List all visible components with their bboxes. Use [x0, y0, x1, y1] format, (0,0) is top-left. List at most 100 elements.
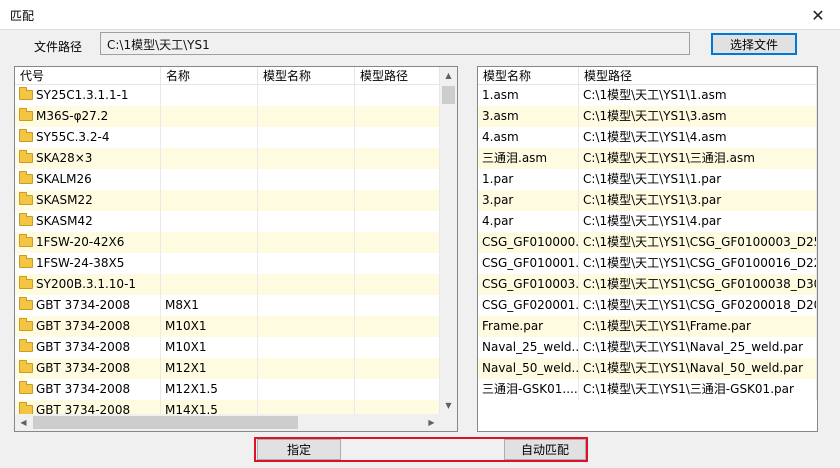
table-row[interactable]: SY200B.3.1.10-1	[15, 274, 440, 295]
right-cell: 1.par	[478, 169, 579, 190]
right-cell-text: C:\1模型\天工\YS1\Frame.par	[583, 319, 751, 333]
right-cell-text: CSG_GF010000...	[482, 235, 579, 249]
right-cell: C:\1模型\天工\YS1\三通泪.asm	[579, 148, 817, 169]
table-row[interactable]: GBT 3734-2008 M8X1	[15, 295, 440, 316]
left-cell-text: SY25C1.3.1.1-1	[36, 88, 129, 102]
right-cell-text: CSG_GF020001...	[482, 298, 579, 312]
table-row[interactable]: GBT 3734-2008 M10X1	[15, 316, 440, 337]
scroll-up-icon[interactable]: ▲	[440, 67, 457, 84]
browse-file-button[interactable]: 选择文件	[711, 33, 797, 55]
folder-icon	[19, 234, 33, 247]
left-cell-text: M12X1	[165, 361, 207, 375]
left-cell: M36S-φ27.2	[15, 106, 161, 127]
left-cell-text: SKALM26	[36, 172, 92, 186]
right-cell-text: C:\1模型\天工\YS1\1.asm	[583, 88, 727, 102]
right-cell: CSG_GF010001...	[478, 253, 579, 274]
left-cell: M12X1.5	[161, 379, 258, 400]
right-cell: 1.asm	[478, 85, 579, 106]
table-row[interactable]: SKASM42	[15, 211, 440, 232]
right-cell: 3.par	[478, 190, 579, 211]
table-row[interactable]: 4.asm C:\1模型\天工\YS1\4.asm	[478, 127, 817, 148]
scroll-down-icon[interactable]: ▼	[440, 397, 457, 414]
table-row[interactable]: 3.par C:\1模型\天工\YS1\3.par	[478, 190, 817, 211]
table-row[interactable]: 4.par C:\1模型\天工\YS1\4.par	[478, 211, 817, 232]
table-row[interactable]: 1FSW-24-38X5	[15, 253, 440, 274]
left-cell	[258, 358, 355, 379]
right-cell-text: C:\1模型\天工\YS1\3.asm	[583, 109, 727, 123]
right-cell: Frame.par	[478, 316, 579, 337]
table-row[interactable]: Naval_25_weld.... C:\1模型\天工\YS1\Naval_25_…	[478, 337, 817, 358]
file-path-label: 文件路径	[34, 40, 83, 54]
right-cell-text: C:\1模型\天工\YS1\CSG_GF0100038_D30.p	[583, 277, 817, 291]
left-cell-text: M10X1	[165, 319, 207, 333]
table-row[interactable]: 1.asm C:\1模型\天工\YS1\1.asm	[478, 85, 817, 106]
left-vscroll-thumb[interactable]	[442, 86, 455, 104]
left-cell	[258, 211, 355, 232]
folder-icon	[19, 213, 33, 226]
right-col-header-1[interactable]: 模型路径	[579, 67, 817, 85]
left-col-header-0[interactable]: 代号	[15, 67, 161, 85]
left-col-header-3[interactable]: 模型路径	[355, 67, 440, 85]
table-row[interactable]: Frame.par C:\1模型\天工\YS1\Frame.par	[478, 316, 817, 337]
table-row[interactable]: GBT 3734-2008 M10X1	[15, 337, 440, 358]
table-row[interactable]: CSG_GF010001... C:\1模型\天工\YS1\CSG_GF01000…	[478, 253, 817, 274]
left-cell	[258, 127, 355, 148]
left-cell: SY25C1.3.1.1-1	[15, 85, 161, 106]
left-cell	[258, 295, 355, 316]
table-row[interactable]: SKASM22	[15, 190, 440, 211]
table-row[interactable]: M36S-φ27.2	[15, 106, 440, 127]
left-horizontal-scrollbar[interactable]: ◀ ▶	[15, 414, 457, 431]
right-cell: C:\1模型\天工\YS1\4.par	[579, 211, 817, 232]
left-col-header-1[interactable]: 名称	[161, 67, 258, 85]
table-row[interactable]: 1.par C:\1模型\天工\YS1\1.par	[478, 169, 817, 190]
right-cell-text: C:\1模型\天工\YS1\4.par	[583, 214, 722, 228]
table-row[interactable]: GBT 3734-2008 M12X1	[15, 358, 440, 379]
left-cell: 1FSW-24-38X5	[15, 253, 161, 274]
left-cell: GBT 3734-2008	[15, 358, 161, 379]
left-table[interactable]: 代号 名称 模型名称 模型路径 SY25C1.3.1.1-1 M36S-φ27.2 SY5…	[14, 66, 458, 432]
left-cell	[355, 337, 440, 358]
left-cell	[161, 85, 258, 106]
table-row[interactable]: 三通泪-GSK01.... C:\1模型\天工\YS1\三通泪-GSK01.par	[478, 379, 817, 400]
right-cell: C:\1模型\天工\YS1\3.asm	[579, 106, 817, 127]
right-cell-text: C:\1模型\天工\YS1\4.asm	[583, 130, 727, 144]
table-row[interactable]: CSG_GF010003... C:\1模型\天工\YS1\CSG_GF01000…	[478, 274, 817, 295]
scroll-right-icon[interactable]: ▶	[423, 414, 440, 431]
close-icon[interactable]: ✕	[796, 0, 840, 30]
table-row[interactable]: 三通泪.asm C:\1模型\天工\YS1\三通泪.asm	[478, 148, 817, 169]
left-cell	[161, 253, 258, 274]
table-row[interactable]: CSG_GF020001... C:\1模型\天工\YS1\CSG_GF02000…	[478, 295, 817, 316]
table-row[interactable]: 3.asm C:\1模型\天工\YS1\3.asm	[478, 106, 817, 127]
table-row[interactable]: SY25C1.3.1.1-1	[15, 85, 440, 106]
right-cell-text: C:\1模型\天工\YS1\CSG_GF0100016_D22.p	[583, 256, 817, 270]
left-cell: M12X1	[161, 358, 258, 379]
right-cell: C:\1模型\天工\YS1\三通泪-GSK01.par	[579, 379, 817, 400]
scroll-left-icon[interactable]: ◀	[15, 414, 32, 431]
left-cell-text: SY55C.3.2-4	[36, 130, 110, 144]
table-row[interactable]: 1FSW-20-42X6	[15, 232, 440, 253]
folder-icon	[19, 360, 33, 373]
left-vertical-scrollbar[interactable]: ▲ ▼	[440, 67, 457, 414]
right-cell: CSG_GF020001...	[478, 295, 579, 316]
right-cell-text: 4.par	[482, 214, 514, 228]
left-cell	[258, 148, 355, 169]
left-cell-text: SKASM42	[36, 214, 93, 228]
folder-icon	[19, 276, 33, 289]
left-cell-text: SKA28×3	[36, 151, 93, 165]
right-cell-text: 4.asm	[482, 130, 519, 144]
table-row[interactable]: Naval_50_weld.... C:\1模型\天工\YS1\Naval_50_…	[478, 358, 817, 379]
folder-icon	[19, 87, 33, 100]
table-row[interactable]: CSG_GF010000... C:\1模型\天工\YS1\CSG_GF01000…	[478, 232, 817, 253]
left-table-header: 代号 名称 模型名称 模型路径	[15, 67, 440, 85]
right-cell: CSG_GF010003...	[478, 274, 579, 295]
table-row[interactable]: SKA28×3	[15, 148, 440, 169]
file-path-field[interactable]: C:\1模型\天工\YS1	[100, 32, 690, 55]
left-hscroll-thumb[interactable]	[33, 416, 298, 429]
right-cell-text: 3.asm	[482, 109, 519, 123]
table-row[interactable]: SY55C.3.2-4	[15, 127, 440, 148]
table-row[interactable]: GBT 3734-2008 M12X1.5	[15, 379, 440, 400]
left-col-header-2[interactable]: 模型名称	[258, 67, 355, 85]
right-col-header-0[interactable]: 模型名称	[478, 67, 579, 85]
table-row[interactable]: SKALM26	[15, 169, 440, 190]
right-table[interactable]: 模型名称 模型路径 1.asm C:\1模型\天工\YS1\1.asm 3.asm C:…	[477, 66, 818, 432]
